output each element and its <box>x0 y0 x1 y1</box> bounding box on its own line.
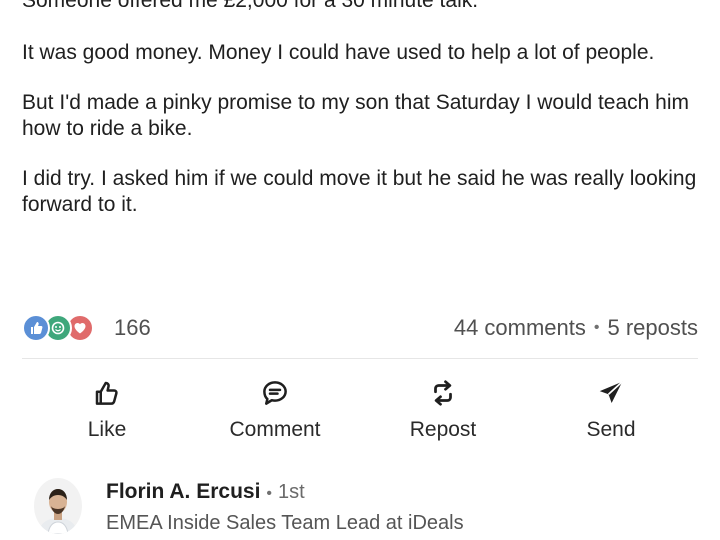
reposts-count-link[interactable]: 5 reposts <box>608 315 699 341</box>
post-paragraph: But I'd made a pinky promise to my son t… <box>22 91 690 140</box>
comment-label: Comment <box>229 418 321 441</box>
comments-count-link[interactable]: 44 comments <box>454 315 586 341</box>
thumbs-up-icon <box>95 381 118 405</box>
stats-separator: • <box>593 319 600 336</box>
post-actions-bar: Like Comment Repost Send <box>0 378 720 452</box>
repost-label: Repost <box>409 418 477 441</box>
send-arrow-icon <box>599 381 623 403</box>
reactions-summary[interactable]: 166 <box>22 313 151 343</box>
comment-item: Florin A. Ercusi • 1st EMEA Inside Sales… <box>0 470 720 540</box>
post-paragraph: It was good money. Money I could have us… <box>22 41 655 64</box>
post-paragraph: I did try. I asked him if we could move … <box>22 167 697 216</box>
reaction-count: 166 <box>114 315 151 340</box>
avatar[interactable] <box>34 478 82 534</box>
send-button[interactable]: Send <box>546 378 676 452</box>
repost-arrows-icon <box>434 380 452 406</box>
connection-degree: 1st <box>278 481 305 503</box>
post-text: It was good money. Money I could have us… <box>22 40 702 242</box>
author-separator: • <box>266 485 273 502</box>
post-stats: 166 44 comments • 5 reposts <box>22 312 698 344</box>
repost-button[interactable]: Repost <box>378 378 508 452</box>
post-cut-line: Someone offered me £2,000 for a 30 minut… <box>22 0 479 12</box>
like-button[interactable]: Like <box>42 378 172 452</box>
comment-author-name[interactable]: Florin A. Ercusi <box>106 480 260 504</box>
comment-author-headline: EMEA Inside Sales Team Lead at iDeals <box>106 512 464 534</box>
comment-author-line: Florin A. Ercusi • 1st <box>106 480 305 504</box>
divider <box>22 358 698 359</box>
reaction-icons <box>22 313 106 343</box>
like-icon <box>22 314 50 342</box>
comment-button[interactable]: Comment <box>210 378 340 452</box>
send-label: Send <box>586 418 636 441</box>
like-label: Like <box>87 418 127 441</box>
engagement-counts: 44 comments • 5 reposts <box>454 315 698 341</box>
comment-bubble-icon <box>263 381 287 405</box>
